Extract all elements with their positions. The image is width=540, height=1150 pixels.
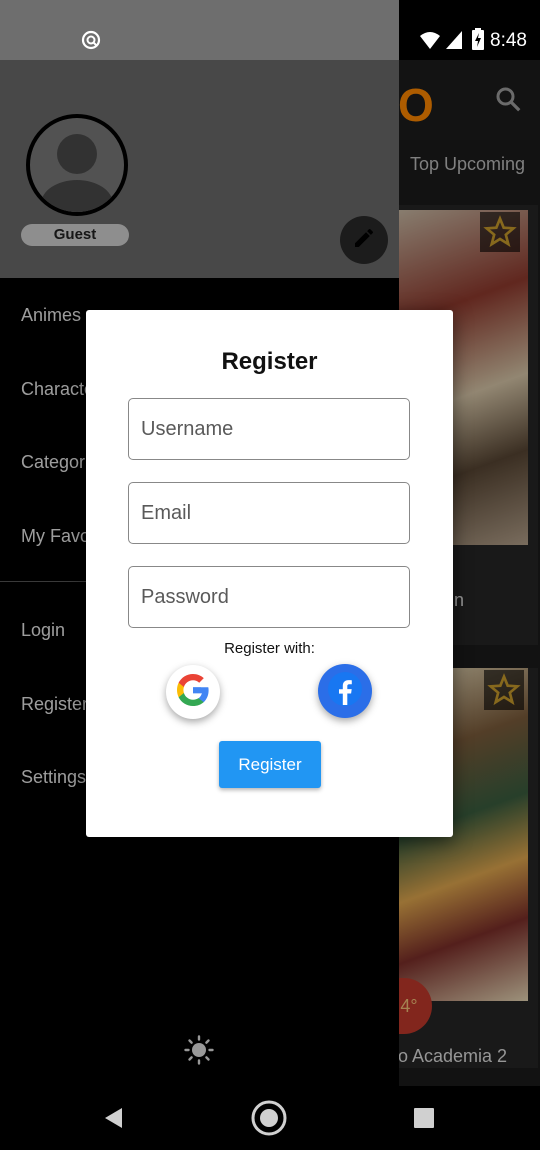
register-with-label: Register with: xyxy=(224,640,315,657)
facebook-icon xyxy=(325,669,365,714)
google-signin-button[interactable] xyxy=(166,665,220,719)
battery-icon xyxy=(471,28,485,50)
system-nav-bar xyxy=(0,1086,540,1150)
dialog-title: Register xyxy=(221,348,318,375)
status-time: 8:48 xyxy=(490,30,527,51)
recents-icon[interactable] xyxy=(414,1108,434,1133)
wifi-icon xyxy=(419,30,441,50)
status-bar-left xyxy=(0,0,399,60)
register-submit-button[interactable]: Register xyxy=(219,741,321,788)
home-icon[interactable] xyxy=(250,1099,288,1142)
cell-signal-icon xyxy=(445,30,463,50)
register-dialog: Register Register with: Register xyxy=(86,310,453,837)
password-input[interactable] xyxy=(128,566,410,628)
notification-icon xyxy=(80,29,102,51)
status-bar: 8:48 xyxy=(0,0,540,60)
back-icon[interactable] xyxy=(102,1106,126,1135)
facebook-signin-button[interactable] xyxy=(318,664,372,718)
email-input[interactable] xyxy=(128,482,410,544)
username-input[interactable] xyxy=(128,398,410,460)
google-icon xyxy=(173,670,213,715)
